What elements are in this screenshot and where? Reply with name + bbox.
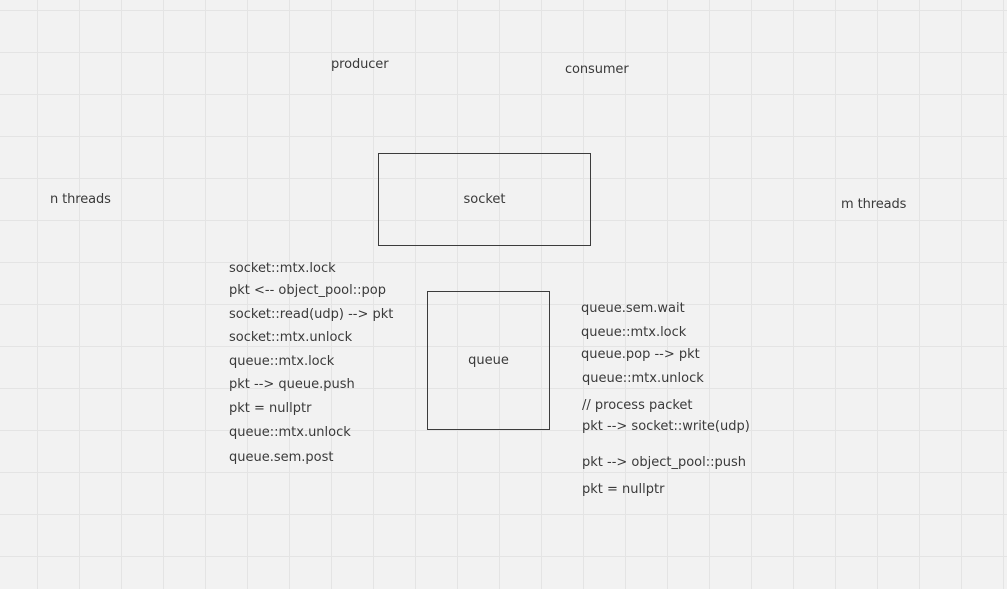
consumer-step: queue.sem.wait bbox=[581, 301, 685, 316]
socket-box-label: socket bbox=[463, 191, 506, 207]
queue-box-label: queue bbox=[468, 352, 509, 368]
consumer-step: pkt --> socket::write(udp) bbox=[582, 419, 750, 434]
producer-step: socket::read(udp) --> pkt bbox=[229, 307, 394, 322]
consumer-step: queue::mtx.lock bbox=[581, 325, 687, 340]
producer-step: socket::mtx.unlock bbox=[229, 330, 353, 345]
consumer-step: queue.pop --> pkt bbox=[581, 347, 700, 362]
n-threads-label: n threads bbox=[50, 192, 111, 207]
producer-step: pkt = nullptr bbox=[229, 401, 312, 416]
socket-box[interactable]: socket bbox=[378, 153, 591, 246]
producer-label: producer bbox=[331, 57, 389, 72]
producer-step: pkt --> queue.push bbox=[229, 377, 355, 392]
consumer-step: pkt --> object_pool::push bbox=[582, 455, 747, 470]
consumer-step: // process packet bbox=[582, 398, 693, 413]
consumer-step: queue::mtx.unlock bbox=[582, 371, 704, 386]
producer-step: pkt <-- object_pool::pop bbox=[229, 283, 386, 298]
producer-step: socket::mtx.lock bbox=[229, 261, 336, 276]
m-threads-label: m threads bbox=[841, 197, 907, 212]
producer-step: queue::mtx.unlock bbox=[229, 425, 351, 440]
producer-step: queue.sem.post bbox=[229, 450, 334, 465]
consumer-step: pkt = nullptr bbox=[582, 482, 665, 497]
queue-box[interactable]: queue bbox=[427, 291, 550, 430]
producer-step: queue::mtx.lock bbox=[229, 354, 335, 369]
consumer-label: consumer bbox=[565, 62, 629, 77]
